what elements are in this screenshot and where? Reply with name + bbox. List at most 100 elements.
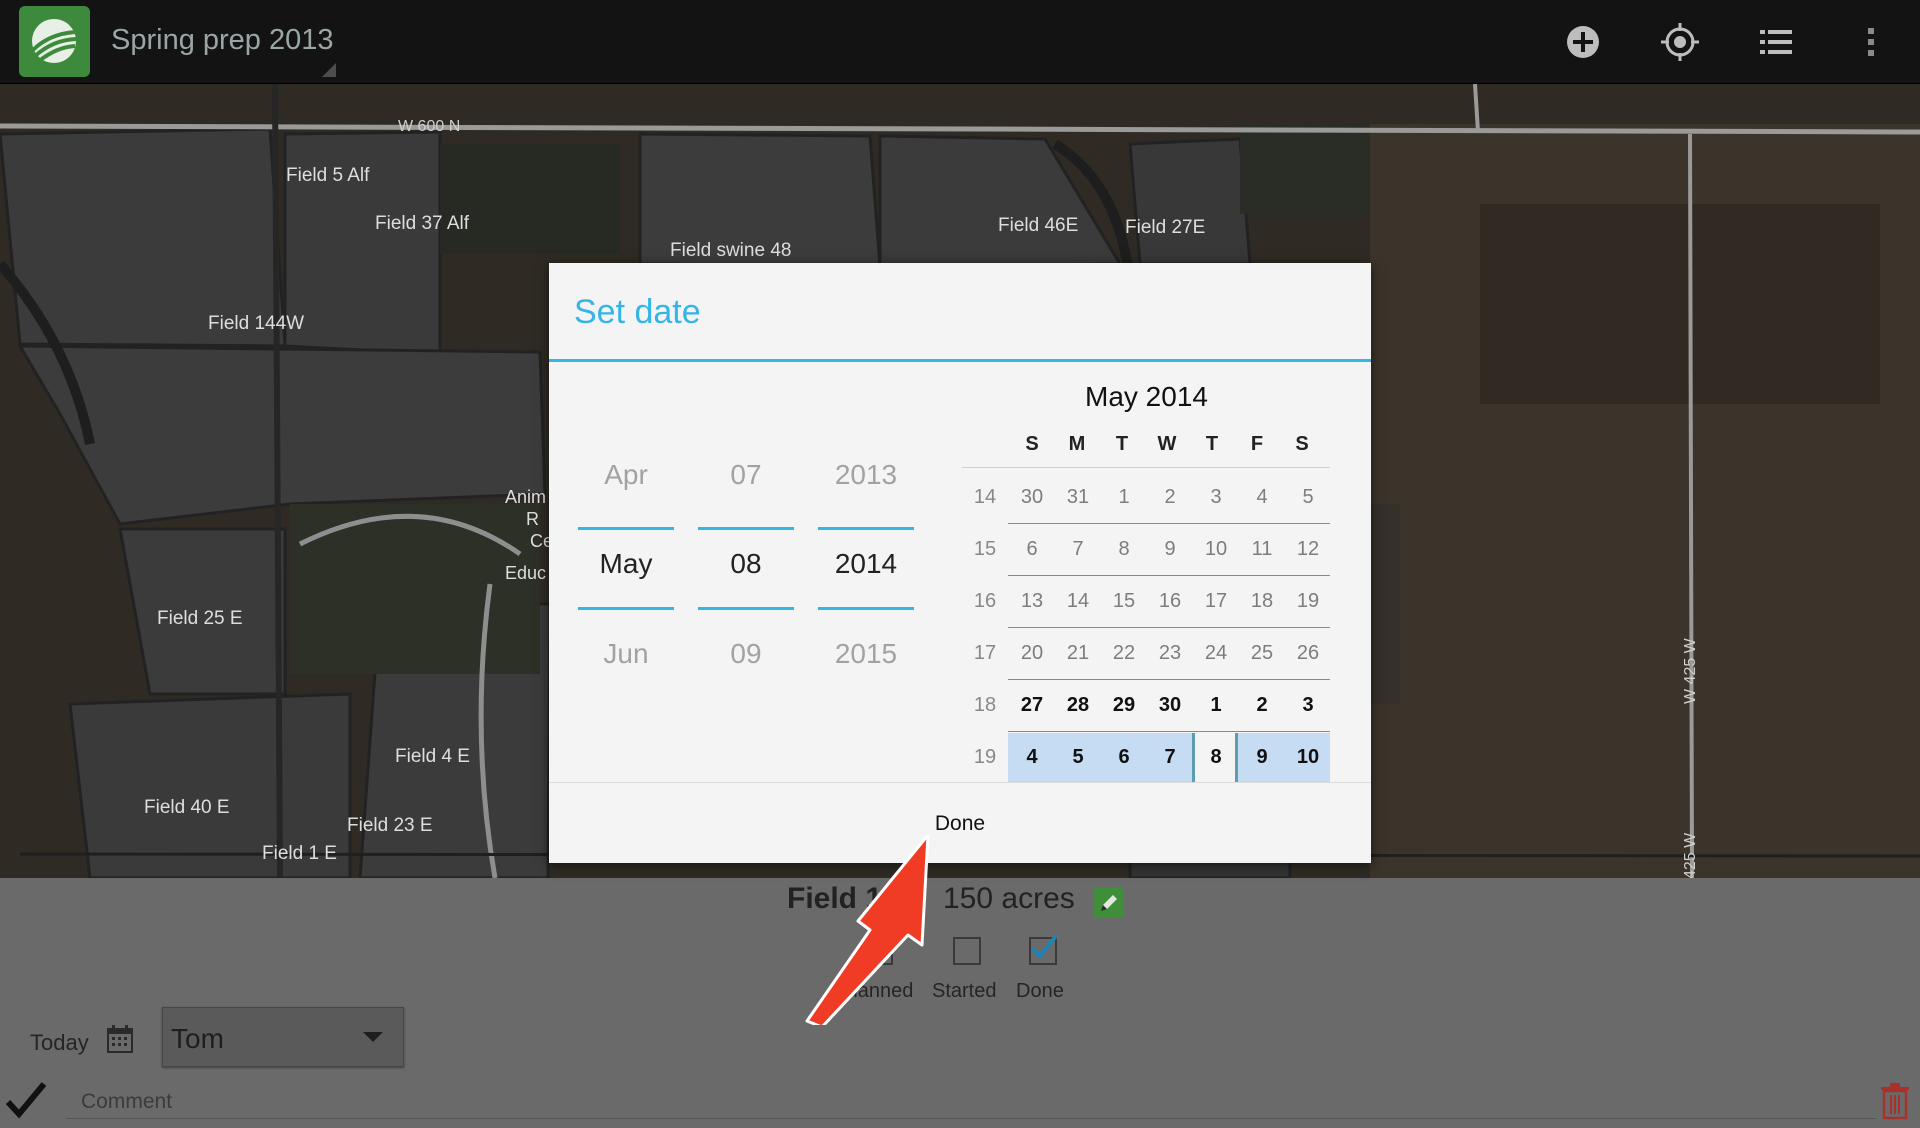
calendar-day[interactable]: 31 — [1056, 486, 1100, 509]
month-prev[interactable]: Apr — [578, 459, 674, 491]
year-prev[interactable]: 2013 — [818, 459, 914, 491]
calendar-day[interactable]: 1 — [1194, 694, 1238, 717]
done-button[interactable]: Done — [549, 783, 1371, 863]
calendar-day[interactable]: 30 — [1010, 486, 1054, 509]
week-number: 15 — [973, 538, 997, 560]
calendar-day[interactable]: 9 — [1240, 746, 1284, 769]
field-label[interactable]: Field 40 E — [144, 797, 230, 819]
weekday-header: W — [1157, 433, 1177, 455]
month-next[interactable]: Jun — [578, 638, 674, 670]
weekday-header: M — [1068, 433, 1086, 455]
calendar-day[interactable]: 19 — [1286, 590, 1330, 613]
field-label[interactable]: Field swine 48 — [670, 240, 791, 262]
calendar-day[interactable]: 16 — [1148, 590, 1192, 613]
calendar-day[interactable]: 7 — [1148, 746, 1192, 769]
calendar-day[interactable]: 3 — [1194, 486, 1238, 509]
calendar-day[interactable]: 15 — [1102, 590, 1146, 613]
field-label[interactable]: Field 144W — [208, 313, 304, 335]
comment-input[interactable] — [66, 1086, 1876, 1119]
field-label[interactable]: Field 46E — [998, 215, 1078, 237]
locate-icon[interactable] — [1658, 20, 1702, 64]
calendar-day[interactable]: 10 — [1286, 746, 1330, 769]
field-label[interactable]: Field 1 E — [262, 843, 337, 865]
started-checkbox[interactable] — [953, 937, 981, 965]
overflow-menu-icon[interactable] — [1849, 20, 1893, 64]
map-poi-label: Anim — [505, 487, 547, 507]
edit-field-button[interactable] — [1094, 888, 1124, 918]
day-current[interactable]: 08 — [698, 548, 794, 580]
done-button-label: Done — [934, 812, 986, 835]
calendar-day[interactable]: 30 — [1148, 694, 1192, 717]
calendar-day[interactable]: 9 — [1148, 538, 1192, 561]
field-label[interactable]: Field 4 E — [395, 746, 470, 768]
set-date-dialog: Set date Apr May Jun 07 08 09 2013 2014 … — [549, 263, 1371, 863]
calendar-day[interactable]: 24 — [1194, 642, 1238, 665]
field-label[interactable]: Field 25 E — [157, 608, 243, 630]
calendar-day[interactable]: 18 — [1240, 590, 1284, 613]
calendar-day[interactable]: 26 — [1286, 642, 1330, 665]
confirm-checkmark-icon[interactable] — [5, 1080, 48, 1120]
spinner-divider — [698, 527, 794, 530]
calendar-day[interactable]: 14 — [1056, 590, 1100, 613]
done-checkbox[interactable] — [1029, 934, 1058, 965]
road-label: W 425 W — [1682, 638, 1699, 704]
calendar-day[interactable]: 5 — [1286, 486, 1330, 509]
dialog-title-divider — [549, 359, 1371, 362]
calendar-day[interactable]: 7 — [1056, 538, 1100, 561]
app-title[interactable]: Spring prep 2013 — [111, 24, 334, 57]
calendar-day[interactable]: 11 — [1240, 538, 1284, 561]
dropdown-arrow-icon — [363, 1032, 383, 1042]
checkmark-icon — [1031, 934, 1058, 959]
calendar-day[interactable]: 6 — [1102, 746, 1146, 769]
calendar-day[interactable]: 20 — [1010, 642, 1054, 665]
calendar-day[interactable]: 27 — [1010, 694, 1054, 717]
week-number: 17 — [973, 642, 997, 664]
calendar-day[interactable]: 21 — [1056, 642, 1100, 665]
app-logo-icon[interactable] — [19, 6, 90, 77]
list-icon[interactable] — [1754, 20, 1798, 64]
calendar-day[interactable]: 10 — [1194, 538, 1238, 561]
calendar-day[interactable]: 23 — [1148, 642, 1192, 665]
month-current[interactable]: May — [578, 548, 674, 580]
dialog-title: Set date — [574, 293, 701, 331]
calendar-day[interactable]: 12 — [1286, 538, 1330, 561]
map-poi-label: Educ — [505, 563, 547, 583]
calendar-day[interactable]: 4 — [1010, 746, 1054, 769]
field-label[interactable]: Field 27E — [1125, 217, 1205, 239]
calendar-day-selected[interactable]: 8 — [1194, 746, 1238, 769]
calendar-day[interactable]: 25 — [1240, 642, 1284, 665]
calendar-day[interactable]: 6 — [1010, 538, 1054, 561]
week-divider — [1008, 575, 1330, 576]
field-label[interactable]: Field 37 Alf — [375, 213, 469, 235]
assignee-value: Tom — [171, 1023, 224, 1054]
calendar-day[interactable]: 2 — [1148, 486, 1192, 509]
add-icon[interactable] — [1561, 20, 1605, 64]
calendar-day[interactable]: 17 — [1194, 590, 1238, 613]
weekday-header: T — [1115, 433, 1129, 455]
field-label[interactable]: Field 23 E — [347, 815, 433, 837]
field-label[interactable]: Field 5 Alf — [286, 165, 369, 187]
calendar-day[interactable]: 3 — [1286, 694, 1330, 717]
calendar-day[interactable]: 22 — [1102, 642, 1146, 665]
day-prev[interactable]: 07 — [698, 459, 794, 491]
delete-icon[interactable] — [1880, 1082, 1910, 1120]
calendar-day[interactable]: 2 — [1240, 694, 1284, 717]
calendar-day[interactable]: 29 — [1102, 694, 1146, 717]
year-current[interactable]: 2014 — [818, 548, 914, 580]
week-number: 16 — [973, 590, 997, 612]
calendar-day[interactable]: 8 — [1102, 538, 1146, 561]
week-divider — [1008, 679, 1330, 680]
calendar-day[interactable]: 4 — [1240, 486, 1284, 509]
calendar-day[interactable]: 1 — [1102, 486, 1146, 509]
calendar-day[interactable]: 13 — [1010, 590, 1054, 613]
weekday-header: S — [1295, 433, 1309, 455]
pencil-icon — [1101, 895, 1117, 911]
date-label[interactable]: Today — [30, 1030, 89, 1056]
calendar-icon[interactable] — [106, 1024, 134, 1054]
day-next[interactable]: 09 — [698, 638, 794, 670]
assignee-dropdown[interactable]: Tom — [162, 1007, 404, 1067]
calendar-day[interactable]: 28 — [1056, 694, 1100, 717]
year-next[interactable]: 2015 — [818, 638, 914, 670]
weekday-header: F — [1250, 433, 1264, 455]
calendar-day[interactable]: 5 — [1056, 746, 1100, 769]
